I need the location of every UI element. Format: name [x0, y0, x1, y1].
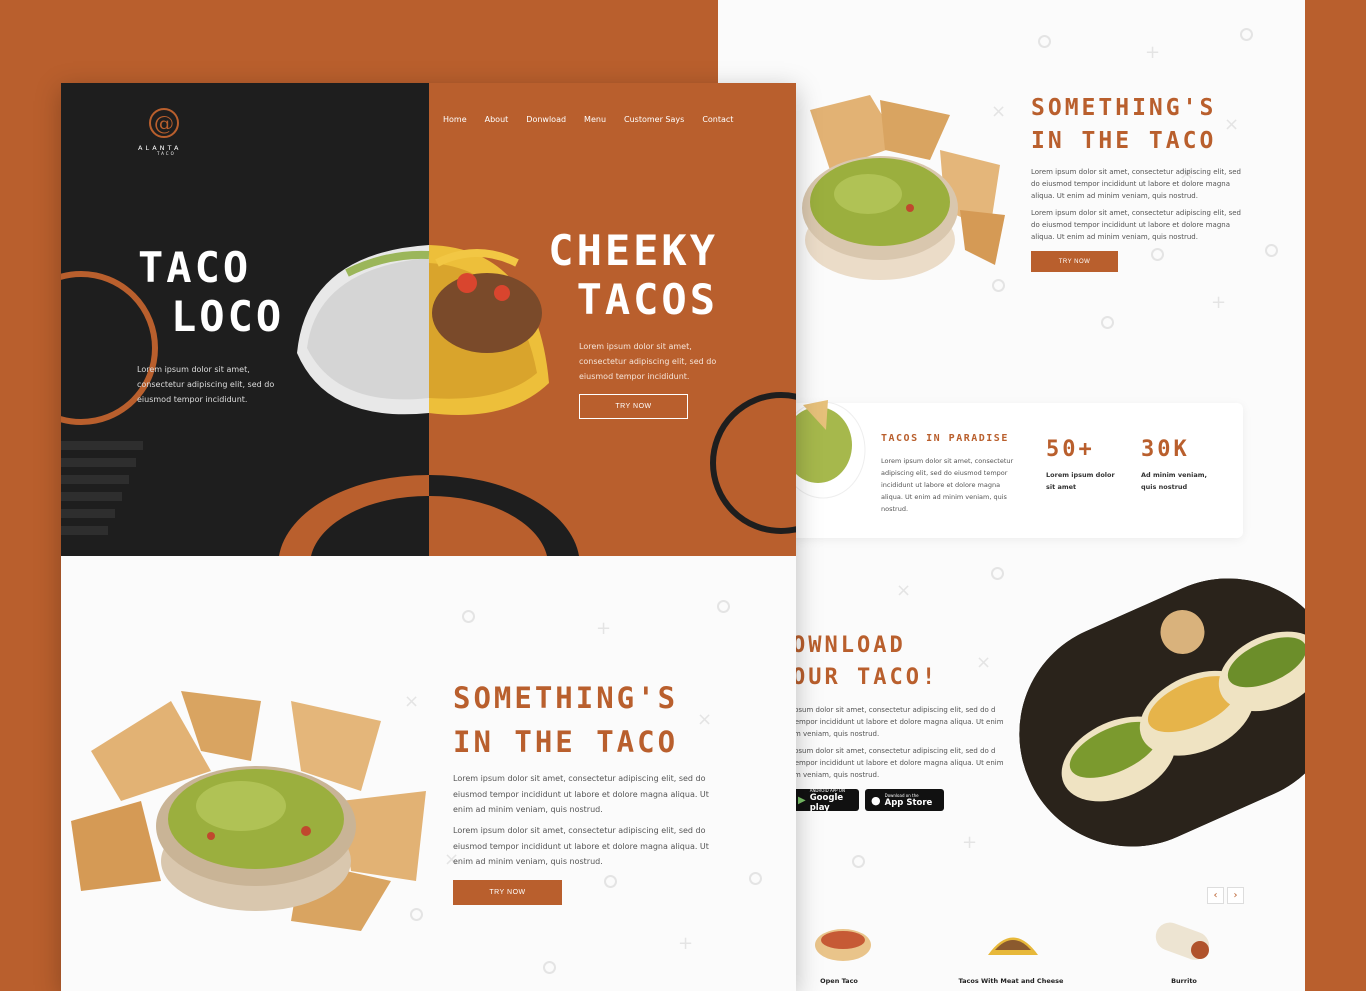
hero-section: @ ALANTA TACO Home About Donwload Menu C… — [61, 83, 796, 556]
nav-home[interactable]: Home — [443, 115, 467, 124]
stats-title: TACOS IN PARADISE — [881, 433, 1009, 444]
stripe-decoration — [61, 492, 122, 501]
front-page-mockup: @ ALANTA TACO Home About Donwload Menu C… — [61, 83, 796, 991]
download-paragraph-1: ipsum dolor sit amet, consectetur adipis… — [792, 706, 1004, 738]
x-decoration: × — [896, 580, 912, 601]
burrito-image — [1155, 922, 1210, 960]
back-section-title: SOMETHING'S IN THE TACO — [1031, 92, 1216, 158]
tacos-photo — [983, 542, 1305, 883]
google-play-button[interactable]: ▶ ANDROID APP ON Google play — [792, 788, 859, 813]
ring-decoration — [543, 961, 556, 974]
ring-decoration — [991, 567, 1004, 580]
title-line: TACOS — [576, 275, 718, 324]
ring-decoration — [1265, 244, 1278, 257]
app-store-button[interactable]: ● Download on the App Store — [865, 789, 944, 811]
ring-decoration — [1240, 28, 1253, 41]
nav-download[interactable]: Donwload — [526, 115, 566, 124]
hero-left-title: TACO LOCO — [138, 243, 284, 341]
ring-decoration — [1101, 316, 1114, 329]
stripe-decoration — [61, 509, 115, 518]
nav-customer-says[interactable]: Customer Says — [624, 115, 684, 124]
apple-icon: ● — [871, 793, 881, 807]
product-name: Burrito — [1171, 977, 1197, 985]
stat-label-2: Ad minim veniam, quis nostrud — [1141, 471, 1207, 491]
apple-big-label: App Store — [884, 797, 933, 808]
ring-decoration — [992, 279, 1005, 292]
cross-decoration: + — [1145, 42, 1161, 63]
carousel-next-button[interactable]: › — [1227, 887, 1244, 904]
hero-right-text: Lorem ipsum dolor sit amet, consectetur … — [579, 342, 717, 381]
stripe-decoration — [61, 458, 136, 467]
logo-at-icon[interactable]: @ — [149, 108, 179, 138]
stat-label-1: Lorem ipsum dolor sit amet — [1046, 471, 1115, 491]
back-try-now-button[interactable]: TRY NOW — [1031, 251, 1118, 272]
section-paragraph-2: Lorem ipsum dolor sit amet, consectetur … — [453, 826, 709, 866]
title-line: SOMETHING'S — [1031, 95, 1217, 121]
title-line: CHEEKY — [548, 226, 718, 275]
hero-right-title: CHEEKY TACOS — [518, 226, 718, 324]
hero-try-now-button[interactable]: TRY NOW — [579, 394, 688, 419]
x-decoration: × — [1224, 114, 1240, 135]
ring-decoration — [717, 600, 730, 613]
section-paragraph-1: Lorem ipsum dolor sit amet, consectetur … — [453, 774, 709, 814]
download-title: OWNLOAD OUR TACO! — [792, 630, 938, 694]
stripe-decoration — [61, 441, 143, 450]
ring-decoration — [1038, 35, 1051, 48]
nav-contact[interactable]: Contact — [702, 115, 733, 124]
section-try-now-button[interactable]: TRY NOW — [453, 880, 562, 905]
title-line: TACO — [138, 243, 252, 292]
stat-number-2: 30K — [1141, 437, 1190, 462]
ring-decoration — [1151, 248, 1164, 261]
title-line: IN THE TACO — [1031, 128, 1217, 154]
title-line: IN THE TACO — [453, 725, 679, 759]
nav-about[interactable]: About — [485, 115, 509, 124]
google-play-text: ANDROID APP ON Google play — [810, 788, 853, 813]
chips-guacamole-image — [802, 95, 1005, 280]
stats-text: Lorem ipsum dolor sit amet, consectetur … — [881, 457, 1014, 513]
logo-subtitle: TACO — [157, 151, 176, 156]
back-paragraph-1: Lorem ipsum dolor sit amet, consectetur … — [1031, 168, 1241, 200]
title-line: OWNLOAD — [792, 633, 906, 658]
carousel-prev-button[interactable]: ‹ — [1207, 887, 1224, 904]
ring-decoration — [462, 610, 475, 623]
download-paragraph-2: ipsum dolor sit amet, consectetur adipis… — [792, 747, 1004, 779]
open-taco-image — [815, 929, 871, 961]
play-icon: ▶ — [798, 794, 806, 806]
cross-decoration: + — [1211, 292, 1227, 313]
cross-decoration: + — [678, 933, 694, 954]
app-store-text: Download on the App Store — [885, 793, 933, 808]
ring-decoration — [749, 872, 762, 885]
cross-decoration: + — [962, 832, 978, 853]
ring-decoration — [604, 875, 617, 888]
cross-decoration: + — [596, 618, 612, 639]
hero-left-text: Lorem ipsum dolor sit amet, consectetur … — [137, 365, 275, 404]
stripe-decoration — [61, 475, 129, 484]
main-nav: Home About Donwload Menu Customer Says C… — [443, 115, 733, 124]
google-big-label: Google play — [809, 792, 844, 813]
back-page-mockup: + × × × + × × + SOMETHING'S IN THE TACO … — [718, 0, 1305, 991]
product-name: Tacos With Meat and Cheese — [958, 977, 1064, 985]
section-title: SOMETHING'S IN THE TACO — [453, 676, 678, 764]
back-paragraph-2: Lorem ipsum dolor sit amet, consectetur … — [1031, 209, 1241, 241]
taco-meat-cheese-image — [988, 937, 1038, 955]
title-line: OUR TACO! — [792, 665, 939, 690]
nav-menu[interactable]: Menu — [584, 115, 606, 124]
chips-guacamole-image — [71, 691, 426, 931]
x-decoration: × — [697, 709, 713, 730]
title-line: SOMETHING'S — [453, 681, 679, 715]
stripe-decoration — [61, 526, 108, 535]
ring-decoration — [852, 855, 865, 868]
title-line: LOCO — [171, 292, 285, 341]
x-decoration: × — [976, 652, 992, 673]
stat-number-1: 50+ — [1046, 437, 1095, 462]
